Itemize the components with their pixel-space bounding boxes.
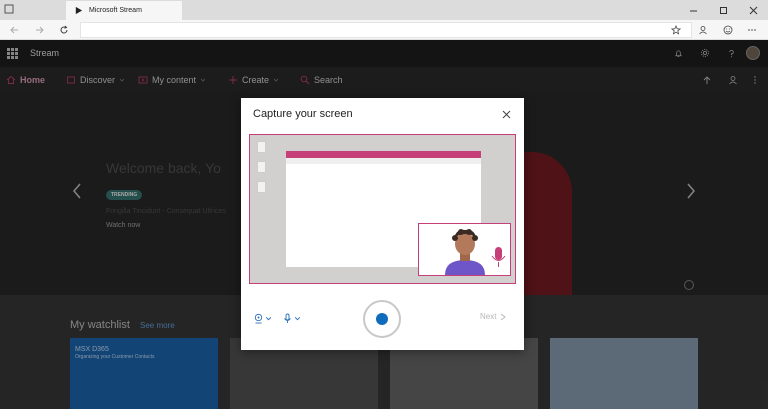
profile-button[interactable]	[695, 22, 711, 38]
window-menu-icon[interactable]	[4, 4, 14, 14]
window-controls	[678, 0, 768, 20]
more-button[interactable]	[744, 22, 760, 38]
desktop-file-icon	[257, 141, 266, 153]
webcam-icon	[254, 313, 263, 323]
capture-preview-illustration	[249, 134, 516, 284]
chevron-down-icon	[294, 316, 301, 320]
more-icon	[748, 29, 756, 31]
record-button[interactable]	[363, 300, 401, 338]
preview-app-toolbar	[286, 158, 481, 164]
minimize-icon	[689, 10, 697, 11]
camera-toggle[interactable]	[253, 312, 275, 324]
dialog-title: Capture your screen	[253, 108, 353, 120]
address-bar	[0, 20, 768, 40]
preview-app-titlebar	[286, 151, 481, 158]
arrow-left-icon	[10, 26, 18, 34]
star-icon	[671, 25, 681, 35]
browser-tab-strip: Microsoft Stream	[0, 0, 768, 20]
desktop-file-icon	[257, 181, 266, 193]
close-window-button[interactable]	[738, 0, 768, 20]
stream-favicon-icon	[75, 6, 83, 15]
back-button[interactable]	[6, 22, 22, 38]
close-icon	[502, 110, 510, 118]
dialog-close-button[interactable]	[500, 108, 512, 120]
url-input[interactable]	[80, 22, 692, 38]
next-button[interactable]: Next	[480, 312, 507, 321]
tab-title: Microsoft Stream	[89, 7, 142, 14]
profile-icon	[699, 26, 707, 35]
person-illustration-icon	[445, 229, 506, 275]
emoji-icon	[723, 25, 733, 35]
maximize-button[interactable]	[708, 0, 738, 20]
minimize-button[interactable]	[678, 0, 708, 20]
next-label: Next	[480, 312, 497, 321]
close-icon	[749, 6, 757, 14]
refresh-button[interactable]	[56, 22, 72, 38]
emoji-button[interactable]	[720, 22, 736, 38]
favorite-button[interactable]	[668, 22, 684, 38]
arrow-right-icon	[36, 26, 44, 34]
webcam-preview	[418, 223, 511, 276]
capture-screen-dialog: Capture your screen Next	[241, 98, 524, 350]
record-dot-icon	[376, 313, 388, 325]
microphone-toggle[interactable]	[282, 312, 304, 324]
microphone-icon	[284, 313, 291, 323]
chevron-down-icon	[265, 316, 272, 320]
dialog-controls: Next	[241, 294, 524, 344]
refresh-icon	[60, 25, 68, 34]
desktop-file-icon	[257, 161, 266, 173]
maximize-icon	[719, 6, 727, 14]
forward-button[interactable]	[32, 22, 48, 38]
tab-microsoft-stream[interactable]: Microsoft Stream	[66, 1, 182, 20]
chevron-right-icon	[501, 313, 507, 320]
